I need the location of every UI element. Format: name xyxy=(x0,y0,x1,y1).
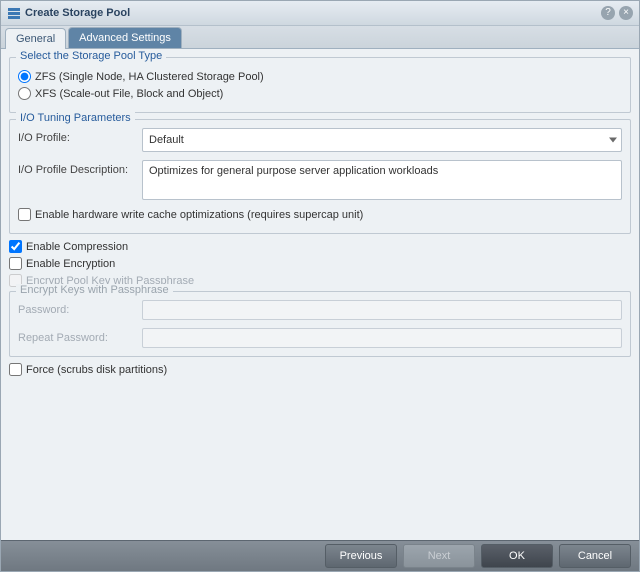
hw-cache-checkbox[interactable] xyxy=(18,208,31,221)
encrypt-keys-group: Encrypt Keys with Passphrase Password: R… xyxy=(9,291,631,357)
tab-bar: General Advanced Settings xyxy=(1,26,639,49)
close-icon[interactable]: × xyxy=(619,6,633,20)
window-controls: ? × xyxy=(601,6,633,20)
password-input xyxy=(142,300,622,320)
io-profile-select[interactable]: Default xyxy=(142,128,622,152)
hw-cache-label: Enable hardware write cache optimization… xyxy=(35,209,363,221)
radio-zfs-label: ZFS (Single Node, HA Clustered Storage P… xyxy=(35,71,264,83)
io-tuning-group: I/O Tuning Parameters I/O Profile: Defau… xyxy=(9,119,631,234)
io-profile-value: Default xyxy=(149,134,184,146)
tab-advanced-settings[interactable]: Advanced Settings xyxy=(68,27,182,48)
help-icon[interactable]: ? xyxy=(601,6,615,20)
previous-button[interactable]: Previous xyxy=(325,544,397,568)
radio-xfs-row[interactable]: XFS (Scale-out File, Block and Object) xyxy=(18,87,622,100)
radio-zfs[interactable] xyxy=(18,70,31,83)
force-checkbox[interactable] xyxy=(9,363,22,376)
repeat-password-input xyxy=(142,328,622,348)
compression-row[interactable]: Enable Compression xyxy=(9,240,631,253)
storage-pool-type-title: Select the Storage Pool Type xyxy=(16,50,166,62)
io-profile-desc[interactable]: Optimizes for general purpose server app… xyxy=(142,160,622,200)
dialog-body: Select the Storage Pool Type ZFS (Single… xyxy=(1,49,639,541)
encryption-checkbox[interactable] xyxy=(9,257,22,270)
storage-pool-icon xyxy=(7,6,21,20)
storage-pool-type-group: Select the Storage Pool Type ZFS (Single… xyxy=(9,57,631,113)
dialog-window: Create Storage Pool ? × General Advanced… xyxy=(0,0,640,572)
io-profile-label: I/O Profile: xyxy=(18,128,134,144)
io-profile-desc-label: I/O Profile Description: xyxy=(18,160,134,176)
radio-zfs-row[interactable]: ZFS (Single Node, HA Clustered Storage P… xyxy=(18,70,622,83)
radio-xfs[interactable] xyxy=(18,87,31,100)
encryption-label: Enable Encryption xyxy=(26,258,115,270)
chevron-down-icon xyxy=(609,138,617,143)
compression-checkbox[interactable] xyxy=(9,240,22,253)
encrypt-keys-title: Encrypt Keys with Passphrase xyxy=(16,284,173,296)
io-tuning-title: I/O Tuning Parameters xyxy=(16,112,135,124)
force-label: Force (scrubs disk partitions) xyxy=(26,364,167,376)
next-button: Next xyxy=(403,544,475,568)
radio-xfs-label: XFS (Scale-out File, Block and Object) xyxy=(35,88,223,100)
ok-button[interactable]: OK xyxy=(481,544,553,568)
repeat-password-label: Repeat Password: xyxy=(18,328,134,344)
cancel-button[interactable]: Cancel xyxy=(559,544,631,568)
tab-general[interactable]: General xyxy=(5,28,66,49)
dialog-footer: Previous Next OK Cancel xyxy=(1,540,639,571)
force-row[interactable]: Force (scrubs disk partitions) xyxy=(9,363,631,376)
encryption-row[interactable]: Enable Encryption xyxy=(9,257,631,270)
compression-label: Enable Compression xyxy=(26,241,128,253)
titlebar: Create Storage Pool ? × xyxy=(1,1,639,26)
io-profile-desc-text: Optimizes for general purpose server app… xyxy=(149,165,438,177)
window-title: Create Storage Pool xyxy=(25,7,601,19)
hw-cache-row[interactable]: Enable hardware write cache optimization… xyxy=(18,208,622,221)
password-label: Password: xyxy=(18,300,134,316)
